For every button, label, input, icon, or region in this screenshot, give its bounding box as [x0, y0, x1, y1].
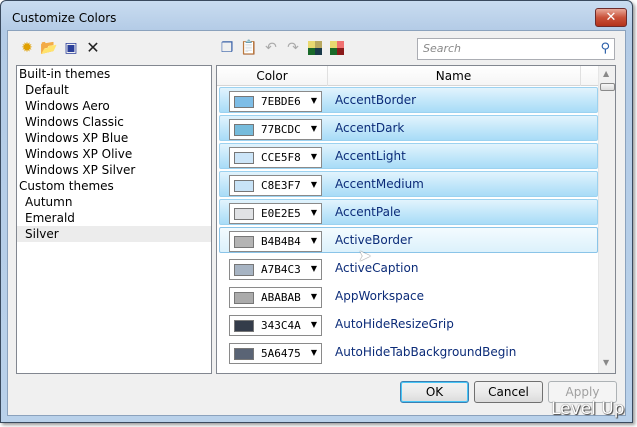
ok-button[interactable]: OK: [400, 381, 469, 403]
color-name: AccentBorder: [335, 93, 417, 107]
dropdown-arrow-icon[interactable]: ▼: [311, 152, 317, 161]
color-swatch: [234, 292, 254, 304]
color-row[interactable]: ABABAB ▼ AppWorkspace: [219, 283, 598, 309]
color-hex: 343C4A: [261, 319, 301, 332]
scroll-up-icon[interactable]: ▲: [603, 69, 609, 78]
color-name: AccentLight: [335, 149, 406, 163]
dropdown-arrow-icon[interactable]: ▼: [311, 208, 317, 217]
color-row[interactable]: 7EBDE6 ▼ AccentBorder: [219, 87, 598, 113]
dropdown-arrow-icon[interactable]: ▼: [311, 264, 317, 273]
delete-icon[interactable]: ✕: [84, 39, 102, 57]
color-picker-dropdown[interactable]: C8E3F7 ▼: [229, 175, 322, 196]
color-scheme-alt-icon[interactable]: [330, 41, 344, 55]
color-row[interactable]: E0E2E5 ▼ AccentPale: [219, 199, 598, 225]
column-header-name[interactable]: Name: [327, 69, 580, 83]
mouse-cursor-icon: ➤: [358, 246, 372, 265]
open-folder-icon[interactable]: 📂: [40, 39, 58, 57]
theme-group-header: Custom themes: [19, 179, 114, 193]
search-icon[interactable]: ⚲: [600, 41, 610, 56]
save-icon[interactable]: ▣: [62, 39, 80, 57]
theme-item[interactable]: Silver: [17, 226, 211, 242]
vertical-scrollbar[interactable]: ▲ ▼: [598, 66, 615, 373]
column-header-color[interactable]: Color: [217, 69, 327, 83]
dropdown-arrow-icon[interactable]: ▼: [311, 292, 317, 301]
color-picker-dropdown[interactable]: 77BCDC ▼: [229, 119, 322, 140]
watermark: Level Up: [551, 399, 625, 419]
search-placeholder: Search: [423, 42, 462, 55]
undo-icon: ↶: [265, 40, 277, 56]
theme-item[interactable]: Windows XP Silver: [17, 162, 211, 178]
color-scheme-icon[interactable]: [308, 41, 322, 55]
window-title: Customize Colors: [12, 11, 117, 25]
theme-list[interactable]: Built-in themes Default Windows Aero Window…: [16, 65, 212, 374]
color-row[interactable]: 77BCDC ▼ AccentDark: [219, 115, 598, 141]
redo-icon: ↷: [287, 40, 299, 56]
color-name: ActiveBorder: [335, 233, 413, 247]
color-swatch: [234, 236, 254, 248]
color-name: AccentMedium: [335, 177, 424, 191]
color-swatch: [234, 348, 254, 360]
theme-item[interactable]: Windows XP Olive: [17, 146, 211, 162]
dropdown-arrow-icon[interactable]: ▼: [311, 180, 317, 189]
theme-item[interactable]: Windows Aero: [17, 98, 211, 114]
color-swatch: [234, 124, 254, 136]
paste-icon[interactable]: 📋: [240, 39, 258, 57]
color-picker-dropdown[interactable]: ABABAB ▼: [229, 287, 322, 308]
dropdown-arrow-icon[interactable]: ▼: [311, 124, 317, 133]
color-name: AppWorkspace: [335, 289, 425, 303]
color-grid[interactable]: Color Name 7EBDE6 ▼ AccentBorder 77BCDC ▼ Acc…: [216, 65, 616, 374]
grid-header: Color Name: [217, 66, 598, 86]
color-name: ActiveCaption: [335, 261, 419, 275]
color-picker-dropdown[interactable]: A7B4C3 ▼: [229, 259, 322, 280]
color-hex: B4B4B4: [261, 235, 301, 248]
copy-icon[interactable]: ❐: [218, 39, 236, 57]
color-swatch: [234, 180, 254, 192]
theme-item[interactable]: Emerald: [17, 210, 211, 226]
search-input[interactable]: Search ⚲: [417, 38, 615, 60]
color-hex: 77BCDC: [261, 123, 301, 136]
color-picker-dropdown[interactable]: 343C4A ▼: [229, 315, 322, 336]
color-row[interactable]: 343C4A ▼ AutoHideResizeGrip: [219, 311, 598, 337]
color-hex: E0E2E5: [261, 207, 301, 220]
dropdown-arrow-icon[interactable]: ▼: [311, 236, 317, 245]
theme-item[interactable]: Default: [17, 82, 211, 98]
new-theme-icon[interactable]: ✹: [18, 39, 36, 57]
theme-item[interactable]: Windows Classic: [17, 114, 211, 130]
color-picker-dropdown[interactable]: 5A6475 ▼: [229, 343, 322, 364]
close-button[interactable]: ✕: [595, 8, 627, 27]
theme-group-header: Built-in themes: [19, 67, 111, 81]
cancel-button[interactable]: Cancel: [474, 381, 543, 403]
color-picker-dropdown[interactable]: B4B4B4 ▼: [229, 231, 322, 252]
color-hex: A7B4C3: [261, 263, 301, 276]
dropdown-arrow-icon[interactable]: ▼: [311, 320, 317, 329]
color-name: AccentPale: [335, 205, 401, 219]
color-row[interactable]: B4B4B4 ▼ ActiveBorder: [219, 227, 598, 253]
theme-item[interactable]: Autumn: [17, 194, 211, 210]
color-hex: CCE5F8: [261, 151, 301, 164]
dropdown-arrow-icon[interactable]: ▼: [311, 348, 317, 357]
color-name: AccentDark: [335, 121, 405, 135]
color-name: AutoHideTabBackgroundBegin: [335, 345, 517, 359]
color-swatch: [234, 152, 254, 164]
color-picker-dropdown[interactable]: CCE5F8 ▼: [229, 147, 322, 168]
scroll-down-icon[interactable]: ▼: [603, 358, 609, 367]
color-swatch: [234, 96, 254, 108]
color-swatch: [234, 320, 254, 332]
dropdown-arrow-icon[interactable]: ▼: [311, 96, 317, 105]
theme-item[interactable]: Windows XP Blue: [17, 130, 211, 146]
color-hex: 7EBDE6: [261, 95, 301, 108]
color-picker-dropdown[interactable]: 7EBDE6 ▼: [229, 91, 322, 112]
color-hex: 5A6475: [261, 347, 301, 360]
color-hex: C8E3F7: [261, 179, 301, 192]
color-row[interactable]: C8E3F7 ▼ AccentMedium: [219, 171, 598, 197]
color-row[interactable]: CCE5F8 ▼ AccentLight: [219, 143, 598, 169]
color-swatch: [234, 264, 254, 276]
color-name: AutoHideResizeGrip: [335, 317, 454, 331]
color-swatch: [234, 208, 254, 220]
color-picker-dropdown[interactable]: E0E2E5 ▼: [229, 203, 322, 224]
color-row[interactable]: 5A6475 ▼ AutoHideTabBackgroundBegin: [219, 339, 598, 365]
color-row[interactable]: A7B4C3 ▼ ActiveCaption: [219, 255, 598, 281]
scrollbar-thumb[interactable]: [600, 83, 615, 91]
color-hex: ABABAB: [261, 291, 301, 304]
